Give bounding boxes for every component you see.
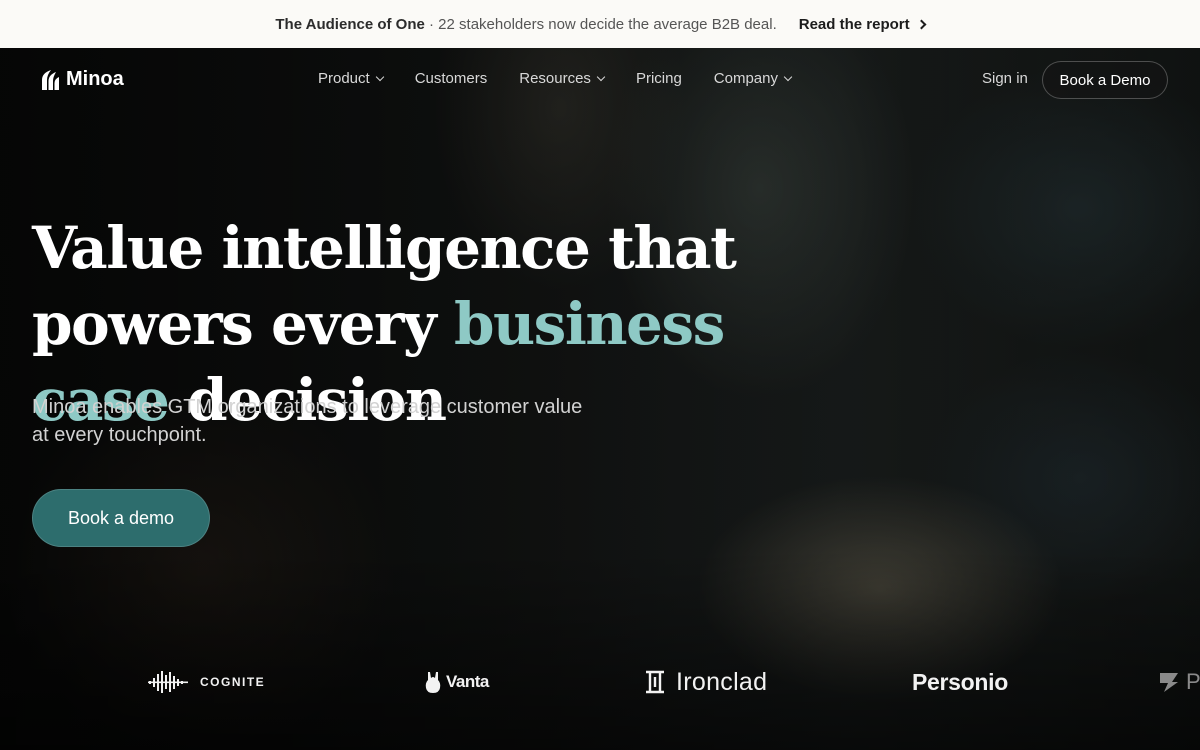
book-demo-nav-button[interactable]: Book a Demo: [1042, 61, 1168, 99]
main-menu: Product Customers Resources Pricing Comp…: [318, 70, 793, 87]
partial-logo-icon: [1160, 673, 1178, 692]
chevron-down-icon: [783, 72, 793, 82]
nav-item-label: Company: [713, 70, 778, 87]
nav-item-label: Customers: [414, 70, 488, 87]
logo-name: Personio: [912, 668, 1009, 695]
nav-item-label: Product: [318, 70, 370, 87]
nav-item-customers[interactable]: Customers: [415, 70, 488, 87]
read-report-label: Read the report: [798, 15, 910, 33]
announcement-text: · 22 stakeholders now decide the average…: [429, 15, 777, 33]
hero-subheadline: Minoa enables GTM organizations to lever…: [32, 396, 583, 446]
logo-name: Ironclad: [676, 667, 768, 696]
brand-logo[interactable]: Minoa: [40, 68, 124, 91]
logo-ironclad: Ironclad: [644, 660, 767, 704]
top-nav: Minoa Product Customers Resources Pricin…: [0, 48, 1200, 112]
logo-name: Vanta: [446, 672, 489, 691]
nav-item-product[interactable]: Product: [318, 70, 384, 87]
nav-item-pricing[interactable]: Pricing: [636, 70, 682, 87]
customer-logos: COGNITE Vanta Ironclad Personio P: [0, 660, 1200, 704]
book-demo-hero-button[interactable]: Book a demo: [32, 489, 210, 547]
cognite-logo-icon: [148, 671, 188, 693]
ironclad-logo-icon: [646, 670, 664, 694]
logo-name: P: [1186, 669, 1200, 694]
chevron-down-icon: [596, 72, 606, 82]
nav-item-company[interactable]: Company: [713, 70, 793, 87]
logo-partial: P: [1158, 660, 1200, 704]
logo-vanta: Vanta: [424, 660, 489, 704]
brand-name: Minoa: [66, 68, 124, 90]
announcement-title: The Audience of One: [275, 15, 425, 33]
nav-item-resources[interactable]: Resources: [519, 70, 606, 87]
logo-cognite: COGNITE: [148, 660, 265, 704]
logo-name: COGNITE: [200, 675, 266, 689]
announcement-bar: The Audience of One · 22 stakeholders no…: [0, 0, 1200, 48]
read-report-link[interactable]: Read the report: [798, 15, 927, 33]
sign-in-link[interactable]: Sign in: [982, 70, 1028, 87]
chevron-down-icon: [375, 72, 384, 82]
minoa-logo-icon: [42, 69, 59, 90]
chevron-right-icon: [916, 19, 927, 30]
vanta-logo-icon: [425, 672, 441, 693]
nav-item-label: Pricing: [635, 70, 682, 87]
nav-item-label: Resources: [519, 70, 591, 87]
logo-personio: Personio: [912, 660, 1008, 704]
announcement-message: The Audience of One · 22 stakeholders no…: [275, 16, 776, 33]
